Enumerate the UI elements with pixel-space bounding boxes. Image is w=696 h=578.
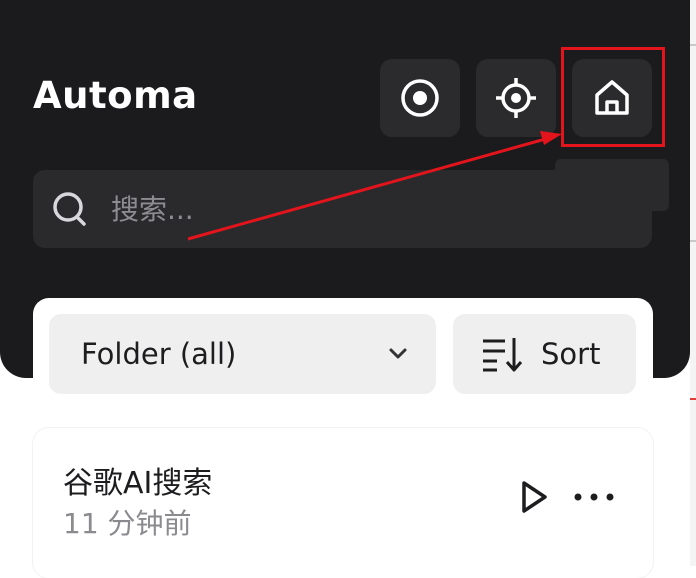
record-icon [401,79,439,117]
record-button[interactable] [380,59,460,137]
folder-select-label: Folder (all) [81,337,237,371]
chevron-down-icon [389,348,407,359]
sort-icon [483,338,523,372]
workflow-time: 11 分钟前 [63,507,192,540]
page-edge [690,0,696,566]
workflow-card[interactable]: 谷歌AI搜索 11 分钟前 [33,428,653,578]
edge-divider [690,398,696,400]
highlight-box [561,47,665,147]
filter-bar: Folder (all) Sort [33,298,653,408]
workflow-name: 谷歌AI搜索 [63,466,213,501]
more-options-icon[interactable] [573,492,615,502]
search-bar [33,170,652,248]
element-picker-button[interactable] [476,59,556,137]
search-icon [53,192,86,226]
edge-divider [690,240,696,242]
search-input[interactable] [111,170,631,248]
app-title: Automa [33,74,198,117]
sort-button[interactable]: Sort [453,314,636,394]
play-icon[interactable] [519,480,549,514]
sort-label: Sort [541,337,601,371]
edge-divider [690,44,696,46]
crosshair-icon [496,78,536,118]
folder-select[interactable]: Folder (all) [49,314,436,394]
